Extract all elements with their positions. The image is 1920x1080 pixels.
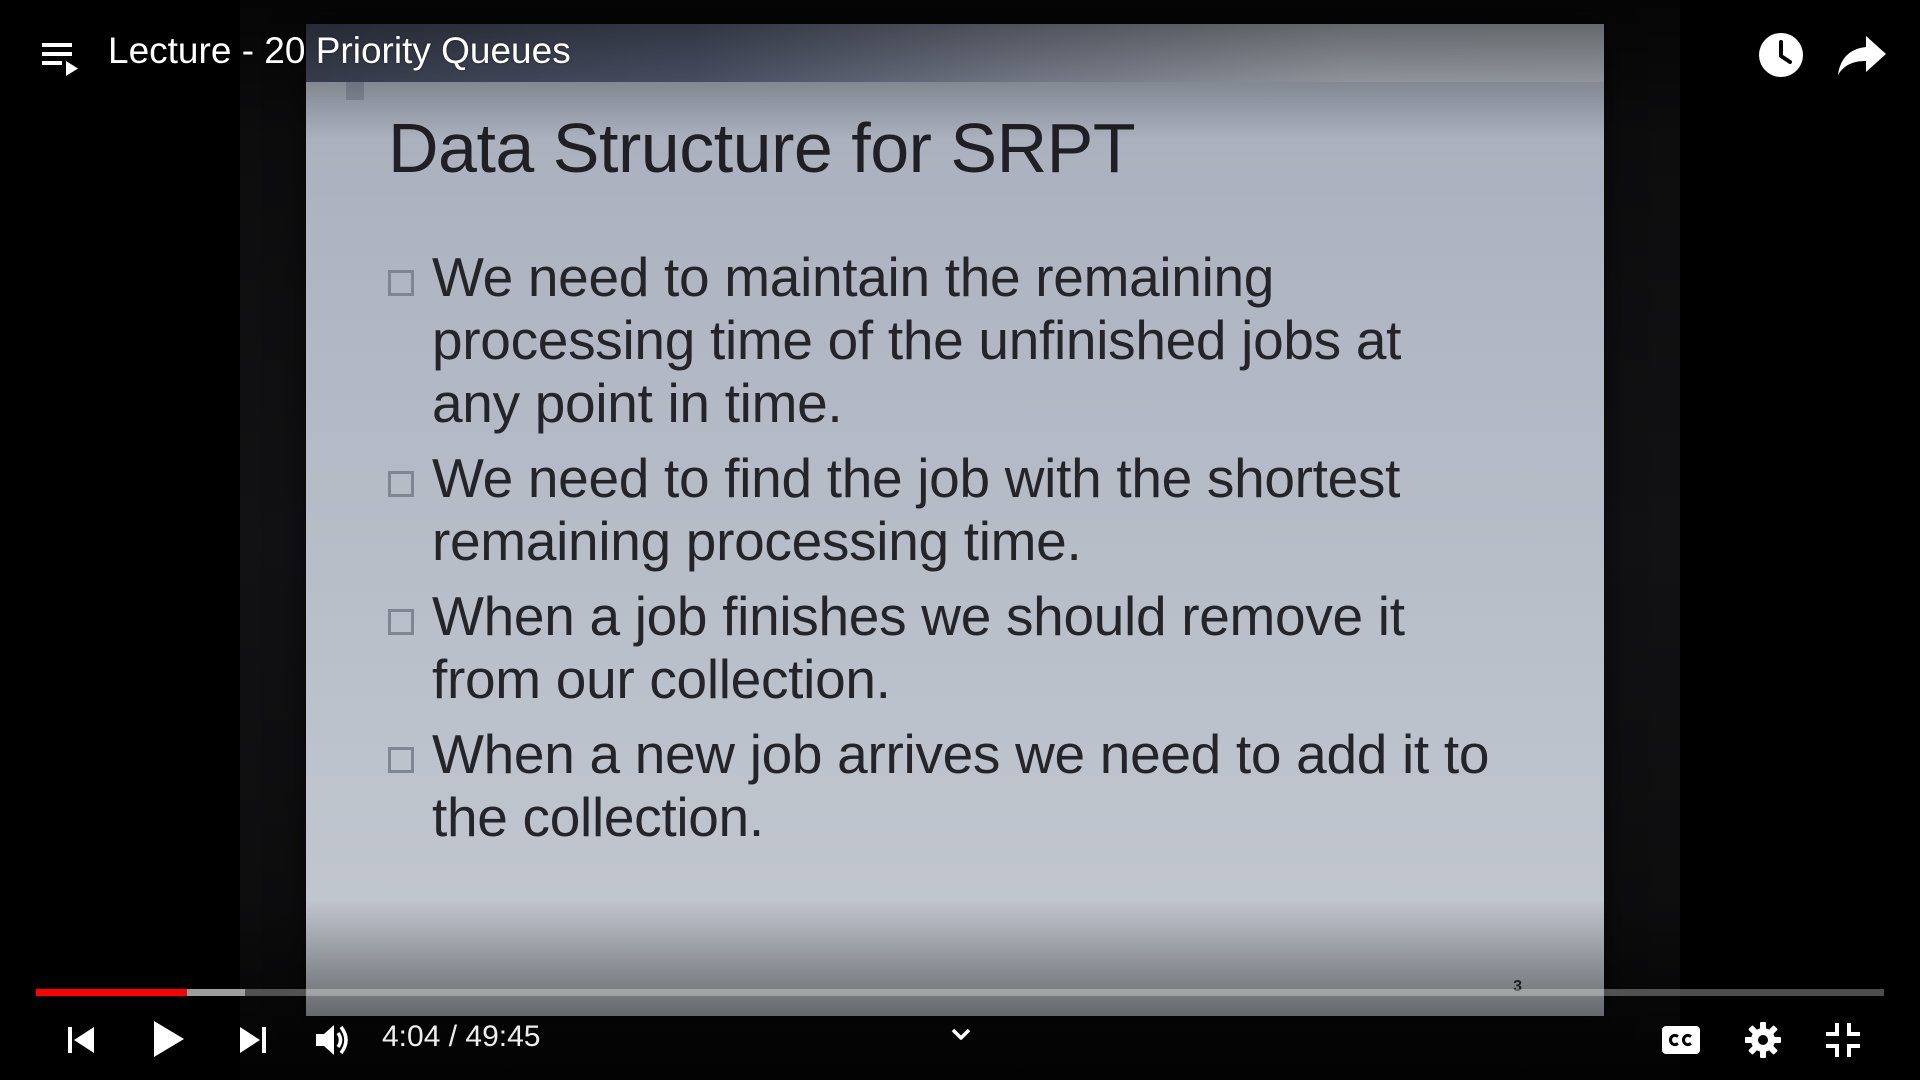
more-options-button[interactable] xyxy=(946,1022,976,1046)
bullet-square-icon xyxy=(388,471,414,497)
playlist-button[interactable] xyxy=(38,36,82,80)
video-player[interactable]: Data Structure for SRPT We need to maint… xyxy=(0,0,1920,1080)
captions-button[interactable] xyxy=(1658,1020,1704,1060)
slide-bullet: When a new job arrives we need to add it… xyxy=(388,723,1568,849)
exit-fullscreen-icon xyxy=(1826,1023,1860,1057)
bullet-square-icon xyxy=(388,747,414,773)
time-display: 4:04 / 49:45 xyxy=(382,1020,541,1053)
skip-next-icon xyxy=(240,1027,266,1053)
slide-bullet-list: We need to maintain the remaining proces… xyxy=(388,246,1568,861)
slide-bullet: When a job finishes we should remove it … xyxy=(388,585,1568,711)
cc-icon xyxy=(1662,1026,1700,1054)
skip-previous-icon xyxy=(68,1027,94,1053)
share-arrow-icon xyxy=(1838,36,1886,75)
bullet-square-icon xyxy=(388,609,414,635)
watch-later-button[interactable] xyxy=(1756,30,1806,80)
play-button[interactable] xyxy=(144,1016,190,1062)
lecture-slide: Data Structure for SRPT We need to maint… xyxy=(306,24,1604,1016)
playlist-icon xyxy=(42,43,78,76)
settings-button[interactable] xyxy=(1740,1018,1786,1062)
slide-bullet-text: We need to find the job with the shortes… xyxy=(432,447,1401,572)
bullet-square-icon xyxy=(388,270,414,296)
progress-played xyxy=(36,989,188,996)
chevron-down-icon xyxy=(951,1028,971,1040)
slide-bullet-text: We need to maintain the remaining proces… xyxy=(432,246,1402,434)
progress-bar[interactable] xyxy=(36,989,1884,996)
slide-bullet: We need to find the job with the shortes… xyxy=(388,447,1568,573)
volume-icon xyxy=(316,1025,348,1055)
gear-icon xyxy=(1745,1022,1781,1058)
next-button[interactable] xyxy=(230,1020,276,1060)
volume-button[interactable] xyxy=(308,1018,356,1062)
play-icon xyxy=(154,1021,184,1057)
share-button[interactable] xyxy=(1836,30,1888,80)
slide-bullet-text: When a new job arrives we need to add it… xyxy=(432,723,1490,848)
slide-bullet-text: When a job finishes we should remove it … xyxy=(432,585,1405,710)
clock-icon xyxy=(1759,33,1803,77)
video-title-link[interactable]: Lecture - 20 Priority Queues xyxy=(108,30,571,72)
previous-button[interactable] xyxy=(58,1020,104,1060)
slide-bullet: We need to maintain the remaining proces… xyxy=(388,246,1568,435)
exit-fullscreen-button[interactable] xyxy=(1820,1018,1866,1062)
